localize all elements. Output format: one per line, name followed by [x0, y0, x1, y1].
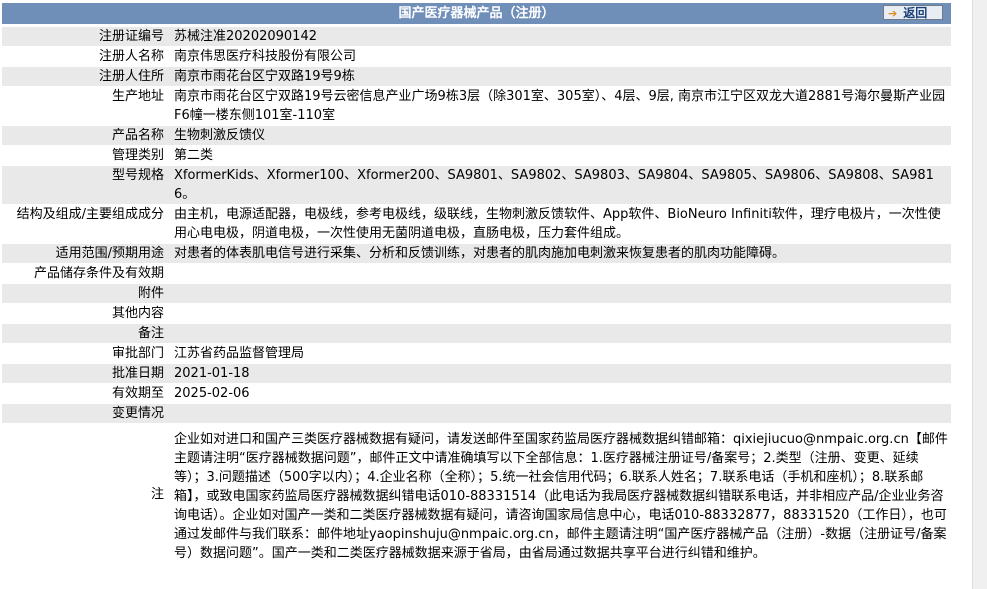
field-label: 产品储存条件及有效期 [2, 264, 168, 283]
back-button-label: 返回 [903, 6, 928, 20]
field-value: 对患者的体表肌电信号进行采集、分析和反馈训练，对患者的肌肉施加电刺激来恢复患者的… [168, 244, 951, 263]
field-label: 其他内容 [2, 304, 168, 323]
table-row: 注册人住所 南京市雨花台区宁双路19号9栋 [2, 67, 951, 86]
field-value: 南京市雨花台区宁双路19号9栋 [168, 67, 951, 86]
table-row: 批准日期 2021-01-18 [2, 364, 951, 383]
field-value: 第二类 [168, 146, 951, 165]
field-label: 变更情况 [2, 404, 168, 423]
field-value: 江苏省药品监督管理局 [168, 344, 951, 363]
field-value [168, 324, 951, 343]
field-label: 结构及组成/主要组成成分 [2, 205, 168, 243]
field-label: 型号规格 [2, 166, 168, 204]
table-row: 管理类别 第二类 [2, 146, 951, 165]
field-label: 适用范围/预期用途 [2, 244, 168, 263]
table-row: 注册证编号 苏械注准20202090142 [2, 27, 951, 46]
table-row: 注册人名称 南京伟思医疗科技股份有限公司 [2, 47, 951, 66]
field-value: 苏械注准20202090142 [168, 27, 951, 46]
table-row: 生产地址 南京市雨花台区宁双路19号云密信息产业广场9栋3层（除301室、305室… [2, 87, 951, 125]
table-row: 有效期至 2025-02-06 [2, 384, 951, 403]
note-label: 注 [2, 424, 168, 565]
field-label: 附件 [2, 284, 168, 303]
back-button[interactable]: ➔ 返回 [883, 5, 943, 20]
table-row: 变更情况 [2, 404, 951, 423]
field-label: 备注 [2, 324, 168, 343]
vertical-scrollbar[interactable] [972, 0, 987, 589]
table-row: 结构及组成/主要组成成分 由主机，电源适配器，电极线，参考电极线，级联线，生物刺激… [2, 205, 951, 243]
field-value: XformerKids、Xformer100、Xformer200、SA9801… [168, 166, 951, 204]
arrow-right-icon: ➔ [888, 7, 898, 20]
field-label: 批准日期 [2, 364, 168, 383]
field-value: 生物刺激反馈仪 [168, 126, 951, 145]
note-text: 企业如对进口和国产三类医疗器械数据有疑问，请发送邮件至国家药监局医疗器械数据纠错… [168, 424, 951, 565]
field-value: 2025-02-06 [168, 384, 951, 403]
table-row: 其他内容 [2, 304, 951, 323]
field-value: 南京伟思医疗科技股份有限公司 [168, 47, 951, 66]
table-row: 备注 [2, 324, 951, 343]
field-label: 管理类别 [2, 146, 168, 165]
field-label: 注册人名称 [2, 47, 168, 66]
page-header: 国产医疗器械产品（注册） ➔ 返回 [2, 3, 951, 24]
field-value: 由主机，电源适配器，电极线，参考电极线，级联线，生物刺激反馈软件、App软件、B… [168, 205, 951, 243]
table-row: 附件 [2, 284, 951, 303]
table-row: 审批部门 江苏省药品监督管理局 [2, 344, 951, 363]
page: 国产医疗器械产品（注册） ➔ 返回 注册证编号 苏械注准20202090142 注册人… [0, 0, 987, 589]
field-label: 有效期至 [2, 384, 168, 403]
table-row: 产品名称 生物刺激反馈仪 [2, 126, 951, 145]
field-label: 注册证编号 [2, 27, 168, 46]
table-row: 产品储存条件及有效期 [2, 264, 951, 283]
field-value [168, 264, 951, 283]
field-value: 2021-01-18 [168, 364, 951, 383]
table-row: 适用范围/预期用途 对患者的体表肌电信号进行采集、分析和反馈训练，对患者的肌肉施加… [2, 244, 951, 263]
field-value [168, 304, 951, 323]
page-title: 国产医疗器械产品（注册） [398, 6, 555, 21]
field-label: 审批部门 [2, 344, 168, 363]
field-value [168, 284, 951, 303]
field-label: 生产地址 [2, 87, 168, 125]
table-row: 型号规格 XformerKids、Xformer100、Xformer200、SA… [2, 166, 951, 204]
field-label: 产品名称 [2, 126, 168, 145]
field-value [168, 404, 951, 423]
field-value: 南京市雨花台区宁双路19号云密信息产业广场9栋3层（除301室、305室）、4层… [168, 87, 951, 125]
detail-table: 注册证编号 苏械注准20202090142 注册人名称 南京伟思医疗科技股份有限公司注… [2, 26, 951, 566]
field-label: 注册人住所 [2, 67, 168, 86]
note-row: 注企业如对进口和国产三类医疗器械数据有疑问，请发送邮件至国家药监局医疗器械数据纠… [2, 424, 951, 565]
